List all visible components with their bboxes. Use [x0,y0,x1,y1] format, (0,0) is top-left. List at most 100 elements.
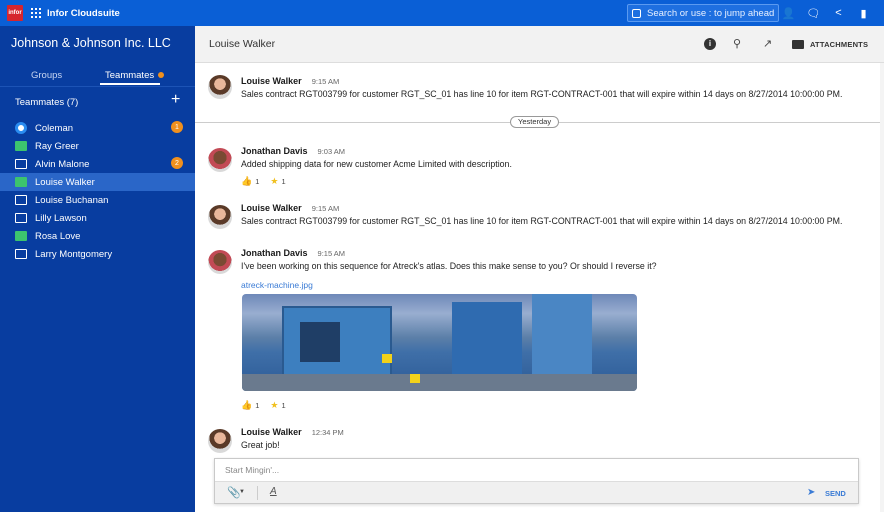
global-search-input[interactable]: Search or use : to jump ahead [627,4,779,22]
teammate-item[interactable]: Ray Greer [0,137,195,155]
infor-logo[interactable]: infor [7,5,23,21]
avatar[interactable] [208,75,232,99]
send-icon[interactable]: ➤ [807,487,815,498]
like-count: 1 [255,401,260,410]
message-list: Louise Walker 9:15 AM Sales contract RGT0… [195,63,884,512]
message-time: 9:15 AM [311,204,340,213]
teammate-name: Louise Walker [35,176,95,188]
chat-title: Louise Walker [209,38,276,50]
composer-toolbar: 📎 ▼ A ➤ SEND [215,481,858,503]
app-title[interactable]: Infor Cloudsuite [47,8,120,19]
star-count: 1 [281,401,286,410]
search-icon[interactable]: ⚲ [733,37,741,50]
teammate-name: Alvin Malone [35,158,90,170]
attachments-button[interactable]: ATTACHMENTS [810,40,868,49]
sender-name[interactable]: Louise Walker [241,203,302,213]
teammate-item[interactable]: Larry Montgomery [0,245,195,263]
message-text: Sales contract RGT003799 for customer RG… [241,89,843,99]
teammate-item[interactable]: Alvin Malone 2 [0,155,195,173]
avatar[interactable] [208,205,232,229]
star-count: 1 [281,177,286,186]
bookmark-icon[interactable]: ▮ [851,7,876,20]
teammate-name: Larry Montgomery [35,248,113,260]
attachment-link[interactable]: atreck-machine.jpg [241,280,313,290]
chevron-down-icon[interactable]: ▼ [239,489,245,495]
message-time: 9:15 AM [317,249,346,258]
teammate-item[interactable]: Lilly Lawson [0,209,195,227]
teammate-name: Coleman [35,122,74,134]
top-bar: infor Infor Cloudsuite Search or use : t… [0,0,884,26]
message-composer: Start Mingin'... 📎 ▼ A ➤ SEND [214,458,859,504]
avatar[interactable] [208,148,232,172]
text-format-icon[interactable]: A [270,486,277,497]
thumbs-up-icon[interactable]: 👍 [241,176,252,187]
message-header: Jonathan Davis 9:15 AM [241,248,345,258]
tab-teammates-label: Teammates [105,70,155,81]
chat-bubble-icon [15,249,27,259]
unread-badge: 1 [171,121,183,133]
folder-icon[interactable] [792,40,804,49]
app-grid-icon[interactable] [31,8,41,18]
teammates-section-title: Teammates (7) [15,97,79,108]
chat-bubble-icon [15,141,27,151]
message-time: 12:34 PM [311,428,344,437]
star-icon[interactable]: ★ [270,400,278,411]
message-header: Louise Walker 9:15 AM [241,203,339,213]
tab-teammates[interactable]: Teammates [105,70,165,81]
teammate-name: Ray Greer [35,140,79,152]
chat-bubble-icon [15,177,27,187]
avatar[interactable] [208,429,232,453]
message-text: Great job! [241,440,280,450]
chat-bubble-icon [15,213,27,223]
info-icon[interactable]: i [704,38,716,50]
reactions: 👍 1 ★ 1 [241,176,286,187]
chat-bubble-icon [15,159,27,169]
status-icon [15,122,27,134]
like-count: 1 [255,177,260,186]
thumbs-up-icon[interactable]: 👍 [241,400,252,411]
teammate-name: Lilly Lawson [35,212,87,224]
attachment-image[interactable] [242,294,637,391]
teammate-item-active[interactable]: Louise Walker [0,173,195,191]
avatar[interactable] [208,250,232,274]
chat-bubble-icon [15,231,27,241]
message-header: Jonathan Davis 9:03 AM [241,146,345,156]
sidebar: Johnson & Johnson Inc. LLC Groups Teamma… [0,26,195,512]
star-icon[interactable]: ★ [270,176,278,187]
message-text: Added shipping data for new customer Acm… [241,159,512,169]
send-button[interactable]: SEND [825,489,846,498]
unread-dot [158,72,165,79]
share-icon[interactable]: < [826,7,851,19]
teammate-item[interactable]: Louise Buchanan [0,191,195,209]
sender-name[interactable]: Louise Walker [241,427,302,437]
scrollbar[interactable] [880,63,884,512]
message-text: Sales contract RGT003799 for customer RG… [241,216,843,226]
company-name: Johnson & Johnson Inc. LLC [11,36,171,50]
sender-name[interactable]: Jonathan Davis [241,146,308,156]
person-icon[interactable]: 👤 [776,7,801,20]
message-input[interactable]: Start Mingin'... [225,465,279,475]
chat-icon[interactable]: 🗨 [801,7,826,20]
message-time: 9:03 AM [317,147,346,156]
add-teammate-icon[interactable]: + [171,92,180,108]
teammate-item[interactable]: Coleman 1 [0,119,195,137]
toolbar-divider [257,486,258,500]
chat-header: Louise Walker i ⚲ ↗ ATTACHMENTS [195,26,884,63]
message-time: 9:15 AM [311,77,340,86]
sender-name[interactable]: Jonathan Davis [241,248,308,258]
teammate-item[interactable]: Rosa Love [0,227,195,245]
teammate-name: Louise Buchanan [35,194,109,206]
search-toggle-icon [632,8,641,18]
reactions: 👍 1 ★ 1 [241,400,286,411]
active-tab-underline [100,83,160,85]
tab-groups[interactable]: Groups [31,70,62,81]
tab-divider [0,86,195,87]
open-external-icon[interactable]: ↗ [763,37,772,50]
message-header: Louise Walker 12:34 PM [241,427,344,437]
teammate-name: Rosa Love [35,230,81,242]
sender-name[interactable]: Louise Walker [241,76,302,86]
teammate-list: Coleman 1 Ray Greer Alvin Malone 2 Louis… [0,119,195,263]
search-placeholder: Search or use : to jump ahead [647,7,775,19]
unread-badge: 2 [171,157,183,169]
date-divider-label: Yesterday [510,116,560,128]
